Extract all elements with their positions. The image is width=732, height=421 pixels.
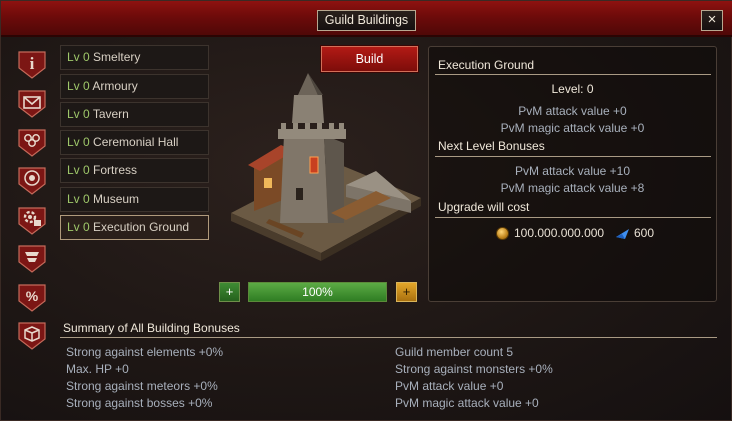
title-bar: Guild Buildings × (1, 1, 732, 37)
add-green-button[interactable]: + (219, 282, 240, 302)
gold-coin-icon (496, 227, 509, 240)
building-level: Lv 0 (67, 163, 90, 177)
summary-bonus: Strong against monsters +0% (395, 362, 553, 376)
building-info-panel: Execution Ground Level: 0 PvM attack val… (428, 46, 717, 302)
building-level: Lv 0 (67, 107, 90, 121)
building-name: Museum (93, 192, 140, 206)
level-text: Level: 0 (551, 82, 594, 96)
progress-text: 100% (302, 285, 333, 299)
building-item-ceremonial-hall[interactable]: Lv 0 Ceremonial Hall (60, 130, 209, 155)
settings-icon[interactable] (16, 204, 48, 236)
summary-bonus: PvM attack value +0 (395, 379, 504, 393)
divider (435, 74, 711, 75)
box-icon[interactable] (16, 319, 48, 351)
svg-text:i: i (30, 54, 35, 73)
summary-bonus: Max. HP +0 (66, 362, 129, 376)
cost-row: 100.000.000.000 600 (429, 226, 716, 242)
divider (435, 156, 711, 157)
add-gold-button[interactable]: + (396, 282, 417, 302)
summary-bonus: Strong against elements +0% (66, 345, 224, 359)
window-title: Guild Buildings (317, 10, 416, 31)
close-button[interactable]: × (701, 10, 723, 31)
mail-icon[interactable] (16, 87, 48, 119)
summary-bonus: Strong against bosses +0% (66, 396, 213, 410)
gem-icon (615, 228, 630, 240)
building-level: Lv 0 (67, 79, 90, 93)
building-item-armoury[interactable]: Lv 0 Armoury (60, 74, 209, 99)
summary-bonus: Strong against meteors +0% (66, 379, 218, 393)
divider (435, 217, 711, 218)
building-level: Lv 0 (67, 220, 90, 234)
building-item-fortress[interactable]: Lv 0 Fortress (60, 158, 209, 183)
ranking-icon[interactable] (16, 242, 48, 274)
building-illustration (226, 73, 426, 263)
building-name: Fortress (93, 163, 138, 177)
percent-icon[interactable]: % (16, 281, 48, 313)
next-level-header: Next Level Bonuses (438, 139, 545, 153)
gold-cost: 100.000.000.000 (514, 226, 605, 240)
building-item-execution-ground[interactable]: Lv 0 Execution Ground (60, 215, 209, 240)
building-name: Execution Ground (93, 220, 190, 234)
building-level: Lv 0 (67, 135, 90, 149)
build-button[interactable]: Build (321, 46, 418, 72)
info-title: Execution Ground (438, 58, 535, 72)
summary-bonus: Guild member count 5 (395, 345, 514, 359)
building-item-smeltery[interactable]: Lv 0 Smeltery (60, 45, 209, 70)
next-bonus: PvM magic attack value +8 (500, 181, 645, 195)
next-bonus: PvM attack value +10 (514, 164, 631, 178)
building-level: Lv 0 (67, 192, 90, 206)
guild-buildings-window: Guild Buildings × i % Lv 0 Smeltery Lv 0… (0, 0, 732, 421)
building-name: Smeltery (93, 50, 141, 64)
building-level: Lv 0 (67, 50, 90, 64)
members-icon[interactable] (16, 126, 48, 158)
summary-title: Summary of All Building Bonuses (63, 321, 240, 335)
building-name: Armoury (92, 79, 138, 93)
svg-text:%: % (26, 288, 39, 304)
current-bonus: PvM magic attack value +0 (500, 121, 645, 135)
building-name: Tavern (92, 107, 129, 121)
building-item-museum[interactable]: Lv 0 Museum (60, 187, 209, 212)
gem-cost: 600 (634, 226, 655, 240)
progress-bar: 100% (248, 282, 387, 302)
current-bonus: PvM attack value +0 (518, 104, 627, 118)
building-item-tavern[interactable]: Lv 0 Tavern (60, 102, 209, 127)
emblem-icon[interactable] (16, 164, 48, 196)
building-name: Ceremonial Hall (93, 135, 179, 149)
info-icon[interactable]: i (16, 48, 48, 80)
summary-divider (60, 337, 717, 338)
summary-bonus: PvM magic attack value +0 (395, 396, 539, 410)
upgrade-cost-header: Upgrade will cost (438, 200, 530, 214)
